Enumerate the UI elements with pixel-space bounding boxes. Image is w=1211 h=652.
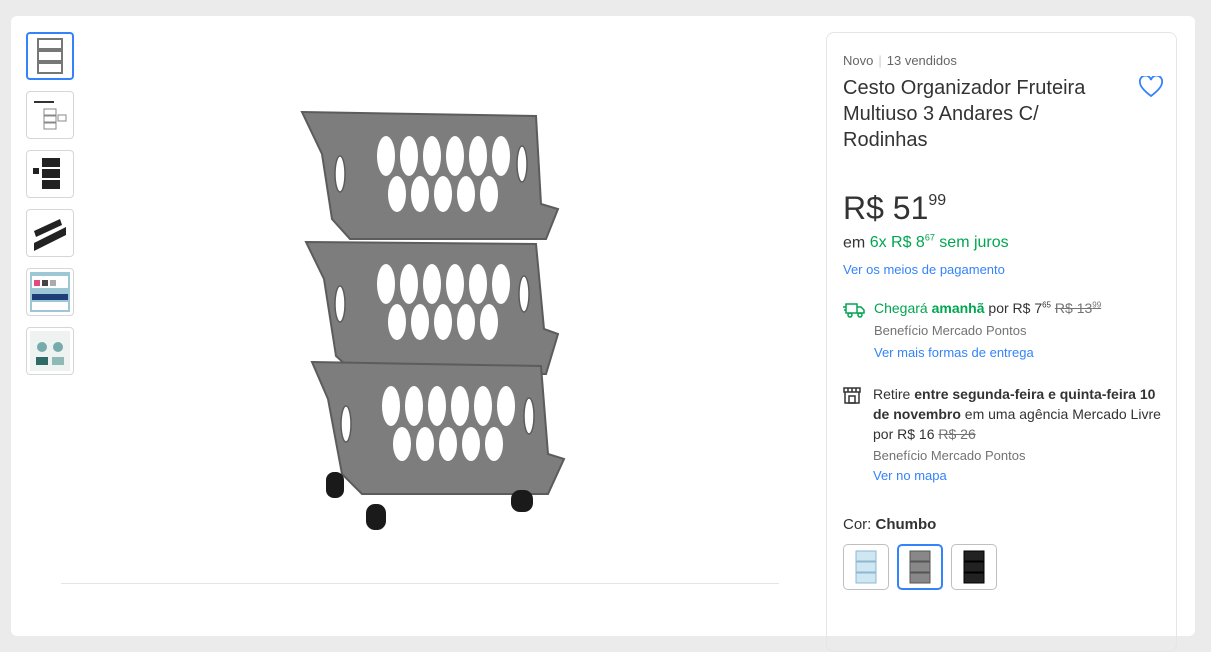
shipping-old-price: R$ 1399 [1055, 300, 1101, 316]
sold-count: 13 vendidos [886, 53, 957, 68]
shipping-by-cents: 65 [1042, 300, 1052, 310]
view-map-link[interactable]: Ver no mapa [873, 466, 1173, 486]
thumbnail-2[interactable] [26, 91, 74, 139]
thumbnail-1[interactable] [26, 32, 74, 80]
shipping-by: por R$ 7 [988, 300, 1043, 316]
heart-icon[interactable] [1139, 74, 1163, 103]
condition-label: Novo [843, 53, 874, 68]
condition-sold: Novo | 13 vendidos [843, 53, 957, 68]
more-shipping-link[interactable]: Ver mais formas de entrega [874, 345, 1174, 360]
payment-methods-link[interactable]: Ver os meios de pagamento [843, 262, 1005, 277]
installments: em 6x R$ 867 sem juros [843, 233, 1009, 252]
color-label: Cor: Chumbo [843, 516, 936, 533]
swatch-azul-claro[interactable] [843, 544, 889, 590]
product-title: Cesto Organizador Fruteira Multiuso 3 An… [843, 77, 1086, 151]
shipping-when: amanhã [931, 300, 985, 316]
pickup-text: Retire entre segunda-feira e quinta-feir… [873, 384, 1173, 486]
thumbnail-4[interactable] [26, 209, 74, 257]
price-integer: 51 [892, 190, 929, 226]
shipping-benefit: Benefício Mercado Pontos [874, 323, 1027, 338]
shipping-old-cents: 99 [1092, 300, 1102, 310]
installment-value: 6x R$ 867 sem juros [869, 233, 1009, 252]
buy-box: Novo | 13 vendidos Cesto Organizador Frute… [826, 32, 1177, 652]
installment-cents: 67 [924, 233, 935, 243]
gallery-divider [61, 583, 779, 584]
color-selected: Chumbo [875, 516, 937, 533]
truck-icon [843, 302, 865, 323]
price-currency: R$ [843, 190, 884, 226]
swatch-chumbo[interactable] [897, 544, 943, 590]
top-nav-strip [0, 0, 1211, 8]
price: R$ 5199 [843, 190, 946, 227]
product-gallery-card: Novo | 13 vendidos Cesto Organizador Frute… [11, 16, 1195, 652]
thumbnail-list [26, 32, 74, 375]
installment-suffix: sem juros [939, 234, 1009, 252]
product-main-image[interactable] [296, 94, 576, 534]
pickup-benefit: Benefício Mercado Pontos [873, 448, 1026, 463]
shipping-line: Chegará amanhã por R$ 765 R$ 1399 Benefí… [874, 300, 1174, 360]
separator: | [878, 53, 882, 68]
installment-count: 6x R$ 8 [869, 234, 925, 252]
swatch-preto[interactable] [951, 544, 997, 590]
shipping-arrives: Chegará [874, 300, 928, 316]
installment-prefix: em [843, 234, 866, 252]
pickup-pre: Retire [873, 386, 911, 402]
color-label-text: Cor: [843, 516, 872, 533]
thumbnail-6[interactable] [26, 327, 74, 375]
pickup-old-price: R$ 26 [938, 426, 976, 442]
thumbnail-3[interactable] [26, 150, 74, 198]
price-cents: 99 [928, 192, 947, 209]
thumbnail-5[interactable] [26, 268, 74, 316]
shipping-old-integer: R$ 13 [1054, 300, 1093, 316]
store-icon [843, 386, 861, 409]
color-swatches [843, 544, 997, 590]
